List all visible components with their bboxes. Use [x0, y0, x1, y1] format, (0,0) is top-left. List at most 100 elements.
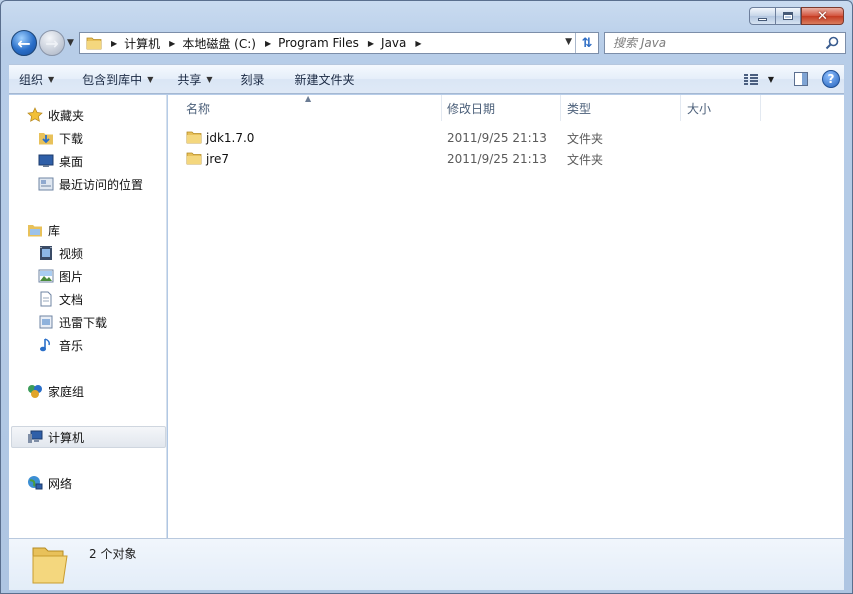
breadcrumb-item-local-disk[interactable]: 本地磁盘 (C:) [182, 35, 256, 52]
chevron-down-icon: ▼ [206, 74, 213, 84]
sidebar-item-label: 库 [48, 223, 61, 238]
new-folder-label: 新建文件夹 [294, 72, 355, 87]
sidebar-item-label: 图片 [59, 269, 84, 284]
sidebar-item-label: 网络 [48, 476, 73, 491]
view-controls: ▼ ? [738, 68, 840, 90]
file-name: jre7 [206, 152, 230, 166]
breadcrumb-item-computer[interactable]: 计算机 [124, 35, 160, 52]
command-bar: 组织 ▼ 包含到库中 ▼ 共享 ▼ 刻录 新建文件夹 ▼ ? [9, 64, 844, 94]
close-button[interactable]: ✕ [801, 7, 844, 25]
column-header-date-modified[interactable]: 修改日期 [441, 95, 561, 121]
share-label: 共享 [177, 72, 202, 87]
caption-buttons: ✕ [749, 7, 844, 25]
refresh-button[interactable]: ⇅ [575, 33, 598, 53]
include-in-library-label: 包含到库中 [82, 72, 143, 87]
help-icon[interactable]: ? [822, 70, 840, 88]
sidebar-item-homegroup[interactable]: 家庭组 [27, 381, 84, 401]
sidebar-item-label: 视频 [59, 246, 84, 261]
sidebar-item-xunlei-downloads[interactable]: 迅雷下载 [38, 312, 107, 332]
sidebar-item-recent-places[interactable]: 最近访问的位置 [38, 174, 143, 194]
file-type: 文件夹 [567, 152, 604, 167]
column-header-row: ▲ 名称 修改日期 类型 大小 [168, 94, 844, 121]
organize-label: 组织 [19, 72, 44, 87]
sidebar-item-music[interactable]: 音乐 [38, 335, 83, 355]
sidebar-item-favorites[interactable]: 收藏夹 [27, 105, 84, 125]
back-button[interactable]: ← [11, 30, 37, 56]
sidebar-item-pictures[interactable]: 图片 [38, 266, 83, 286]
breadcrumb-item-java[interactable]: Java [381, 36, 406, 50]
sidebar-item-label: 音乐 [59, 338, 84, 353]
sidebar-item-label: 迅雷下载 [59, 315, 108, 330]
preview-pane-icon[interactable] [794, 72, 808, 86]
file-name: jdk1.7.0 [206, 131, 255, 145]
sidebar-item-computer[interactable]: 计算机 [27, 427, 84, 447]
chevron-right-icon[interactable]: ▶ [415, 39, 421, 48]
library-icon [27, 222, 43, 238]
column-header-type[interactable]: 类型 [561, 95, 681, 121]
folder-large-icon [32, 547, 68, 584]
table-row[interactable]: jre7 2011/9/25 21:13 文件夹 [182, 149, 782, 169]
refresh-icon: ⇅ [581, 35, 593, 51]
column-header-name[interactable]: 名称 [180, 95, 442, 121]
minimize-icon [758, 17, 767, 21]
table-row[interactable]: jdk1.7.0 2011/9/25 21:13 文件夹 [182, 128, 782, 148]
burn-label: 刻录 [240, 72, 265, 87]
close-icon: ✕ [817, 8, 828, 24]
sidebar-item-label: 文档 [59, 292, 84, 307]
download-folder-icon [38, 130, 54, 146]
network-icon [27, 475, 43, 491]
computer-icon [27, 429, 43, 445]
file-date: 2011/9/25 21:13 [447, 152, 547, 166]
breadcrumb: ▶ 计算机 ▶ 本地磁盘 (C:) ▶ Program Files ▶ Java… [102, 35, 429, 52]
change-view-button[interactable]: ▼ [738, 68, 780, 90]
folder-icon [186, 152, 202, 165]
chevron-down-icon: ▼ [48, 74, 55, 84]
search-box [604, 32, 846, 54]
chevron-right-icon[interactable]: ▶ [111, 39, 117, 48]
picture-icon [38, 268, 54, 284]
recent-places-icon [38, 176, 54, 192]
navigation-pane: 收藏夹 下载 桌面 最近访问的位置 库 视频 图片 文档 迅雷下载 音乐 家庭组… [9, 95, 167, 538]
search-icon[interactable] [825, 36, 839, 50]
chevron-right-icon[interactable]: ▶ [169, 39, 175, 48]
minimize-button[interactable] [749, 7, 775, 25]
file-date: 2011/9/25 21:13 [447, 131, 547, 145]
star-icon [27, 107, 43, 123]
sidebar-item-label: 收藏夹 [48, 108, 85, 123]
include-in-library-menu[interactable]: 包含到库中 ▼ [72, 67, 163, 91]
forward-button[interactable]: → [39, 30, 65, 56]
share-menu[interactable]: 共享 ▼ [167, 67, 222, 91]
sidebar-item-documents[interactable]: 文档 [38, 289, 83, 309]
maximize-icon [783, 12, 793, 20]
file-type: 文件夹 [567, 131, 604, 146]
address-bar[interactable]: ▶ 计算机 ▶ 本地磁盘 (C:) ▶ Program Files ▶ Java… [79, 32, 599, 54]
sidebar-item-downloads[interactable]: 下载 [38, 128, 83, 148]
new-folder-button[interactable]: 新建文件夹 [285, 67, 365, 91]
chevron-right-icon[interactable]: ▶ [265, 39, 271, 48]
arrow-left-icon: ← [17, 33, 31, 53]
explorer-window: ✕ ← → ▼ ▶ 计算机 ▶ 本地磁盘 (C:) ▶ Program File… [0, 0, 853, 594]
burn-button[interactable]: 刻录 [231, 67, 275, 91]
chevron-right-icon[interactable]: ▶ [368, 39, 374, 48]
desktop-icon [38, 153, 54, 169]
sidebar-item-label: 下载 [59, 131, 84, 146]
organize-menu[interactable]: 组织 ▼ [9, 67, 64, 91]
recent-pages-dropdown[interactable]: ▼ [67, 38, 74, 48]
sidebar-item-videos[interactable]: 视频 [38, 243, 83, 263]
view-list-icon [743, 73, 758, 85]
sidebar-item-libraries[interactable]: 库 [27, 220, 60, 240]
sidebar-item-desktop[interactable]: 桌面 [38, 151, 83, 171]
sidebar-item-network[interactable]: 网络 [27, 473, 72, 493]
maximize-button[interactable] [775, 7, 801, 25]
chevron-down-icon[interactable]: ▼ [768, 75, 774, 84]
search-input[interactable] [613, 34, 823, 52]
folder-icon [86, 37, 102, 50]
column-header-size[interactable]: 大小 [681, 95, 761, 121]
breadcrumb-item-program-files[interactable]: Program Files [278, 36, 359, 50]
sidebar-item-label: 桌面 [59, 154, 84, 169]
folder-icon [186, 131, 202, 144]
address-history-dropdown[interactable]: ▼ [565, 37, 572, 47]
item-count: 2 个对象 [89, 547, 137, 561]
xunlei-library-icon [38, 314, 54, 330]
sidebar-item-label: 家庭组 [48, 384, 85, 399]
